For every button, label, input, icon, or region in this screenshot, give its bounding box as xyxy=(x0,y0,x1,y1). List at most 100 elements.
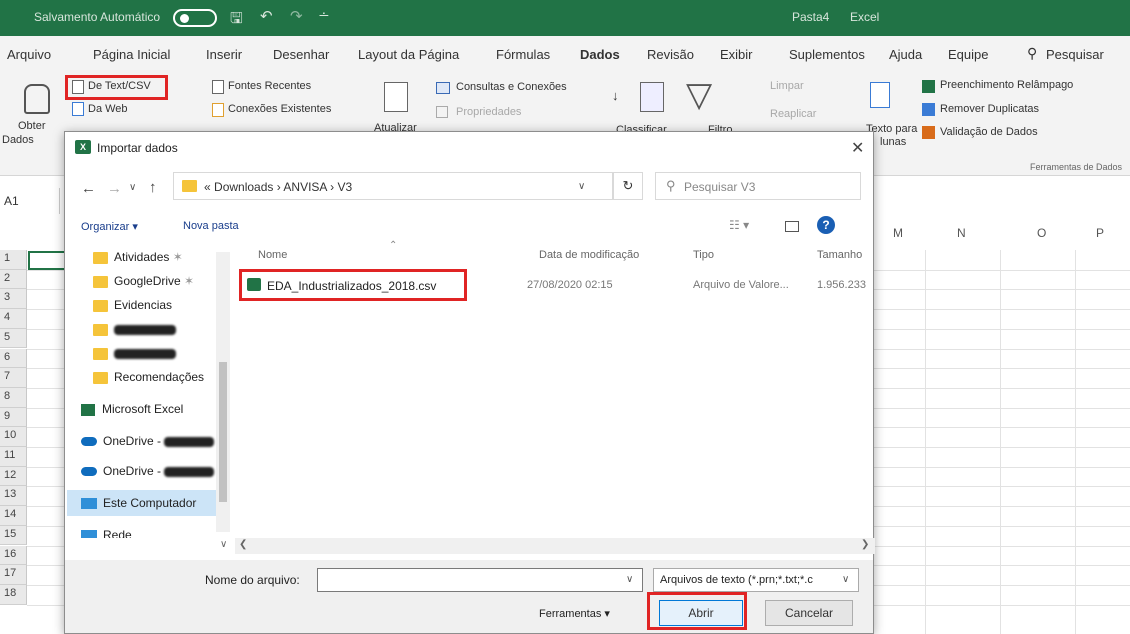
row-header[interactable]: 6 xyxy=(0,348,27,369)
nav-item-atividades[interactable]: Atividades ✶ xyxy=(93,250,183,264)
row-header[interactable]: 14 xyxy=(0,506,27,526)
save-icon[interactable]: 🖫 xyxy=(230,8,243,33)
row-header[interactable]: 4 xyxy=(0,309,27,329)
autosave-toggle[interactable] xyxy=(173,9,217,27)
column-header-p[interactable]: P xyxy=(1096,226,1104,256)
limpar-button[interactable]: Limpar xyxy=(770,80,804,92)
remover-duplicatas-button[interactable]: Remover Duplicatas xyxy=(940,103,1039,115)
nav-item-onedrive-1[interactable]: OneDrive - xyxy=(81,434,215,448)
row-header[interactable]: 7 xyxy=(0,368,27,388)
forward-arrow-icon[interactable]: → xyxy=(107,180,122,197)
nav-item-rede[interactable]: Rede xyxy=(81,528,132,538)
row-header[interactable]: 5 xyxy=(0,328,27,349)
row-header[interactable]: 2 xyxy=(0,269,27,290)
sort-az-icon[interactable]: ↓ xyxy=(612,88,619,103)
preenchimento-button[interactable]: Preenchimento Relâmpago xyxy=(940,79,1073,91)
horizontal-scrollbar[interactable]: ❮ ❯ xyxy=(235,538,875,554)
tab-desenhar[interactable]: Desenhar xyxy=(273,47,329,62)
obter-dados-line1[interactable]: Obter xyxy=(18,120,46,132)
row-header[interactable]: 13 xyxy=(0,486,27,507)
view-options-icon[interactable]: ☷ ▾ xyxy=(729,218,749,232)
obter-dados-line2[interactable]: Dados xyxy=(2,134,34,146)
column-tamanho[interactable]: Tamanho xyxy=(817,249,875,261)
row-header[interactable]: 9 xyxy=(0,407,27,428)
search-box[interactable]: ⚲ Pesquisar V3 xyxy=(655,172,861,200)
nav-item-evidencias[interactable]: Evidencias xyxy=(93,298,172,312)
reaplicar-button[interactable]: Reaplicar xyxy=(770,108,816,120)
nav-scroll-down-icon[interactable]: ∨ xyxy=(220,539,227,550)
search-icon[interactable]: ⚲ xyxy=(1027,45,1037,62)
address-dropdown-icon[interactable]: ∨ xyxy=(578,181,585,192)
refresh-icon[interactable]: ↻ xyxy=(613,172,643,200)
file-type-dropdown-icon[interactable]: ∨ xyxy=(842,574,849,585)
consultas-conexoes-button[interactable]: Consultas e Conexões xyxy=(456,81,567,93)
conexoes-existentes-button[interactable]: Conexões Existentes xyxy=(228,103,331,115)
nav-item-redacted-2[interactable] xyxy=(93,346,176,360)
breadcrumb-anvisa[interactable]: ANVISA xyxy=(283,180,326,194)
nav-item-redacted-1[interactable] xyxy=(93,322,176,336)
validacao-button[interactable]: Validação de Dados xyxy=(940,126,1038,138)
nav-item-este-computador[interactable]: Este Computador xyxy=(81,496,196,510)
tab-exibir[interactable]: Exibir xyxy=(720,47,753,62)
redo-icon[interactable]: ↷ xyxy=(290,7,303,25)
tab-suplementos[interactable]: Suplementos xyxy=(789,47,865,62)
row-header[interactable]: 17 xyxy=(0,565,27,585)
help-icon[interactable]: ? xyxy=(817,216,835,234)
nav-item-googledrive[interactable]: GoogleDrive ✶ xyxy=(93,274,194,288)
tab-arquivo[interactable]: Arquivo xyxy=(7,47,51,62)
tab-inserir[interactable]: Inserir xyxy=(206,47,242,62)
column-data-modificacao[interactable]: Data de modificação xyxy=(539,249,639,261)
quick-access-icon[interactable]: ∸ xyxy=(318,7,330,24)
up-arrow-icon[interactable]: ↑ xyxy=(149,179,157,196)
tab-dados[interactable]: Dados xyxy=(580,47,620,71)
column-header-o[interactable]: O xyxy=(1037,226,1046,256)
tab-equipe[interactable]: Equipe xyxy=(948,47,988,62)
column-nome[interactable]: Nome xyxy=(258,249,287,261)
row-header[interactable]: 18 xyxy=(0,584,27,605)
tab-layout[interactable]: Layout da Página xyxy=(358,47,459,62)
column-tipo[interactable]: Tipo xyxy=(693,249,714,261)
row-header[interactable]: 16 xyxy=(0,545,27,566)
recent-locations-chevron-icon[interactable]: ∨ xyxy=(129,182,136,193)
breadcrumb-downloads[interactable]: Downloads xyxy=(214,180,273,194)
column-header-m[interactable]: M xyxy=(893,226,903,256)
nav-item-microsoft-excel[interactable]: Microsoft Excel xyxy=(81,402,183,416)
column-header-n[interactable]: N xyxy=(957,226,966,256)
row-header[interactable]: 1 xyxy=(0,250,27,270)
row-header[interactable]: 12 xyxy=(0,466,27,487)
organizar-button[interactable]: Organizar ▾ xyxy=(81,220,138,233)
texto-para-line2[interactable]: lunas xyxy=(880,136,906,148)
propriedades-button[interactable]: Propriedades xyxy=(456,106,521,118)
fontes-recentes-button[interactable]: Fontes Recentes xyxy=(228,80,311,92)
filename-dropdown-icon[interactable]: ∨ xyxy=(626,574,633,585)
back-arrow-icon[interactable]: ← xyxy=(81,180,96,197)
file-type-select[interactable]: Arquivos de texto (*.prn;*.txt;*.c ∨ xyxy=(653,568,859,592)
tab-pagina-inicial[interactable]: Página Inicial xyxy=(93,47,170,62)
cancelar-button[interactable]: Cancelar xyxy=(765,600,853,626)
selected-cell[interactable] xyxy=(28,251,68,270)
nav-item-onedrive-2[interactable]: OneDrive - xyxy=(81,464,215,478)
close-icon[interactable]: ✕ xyxy=(851,138,864,158)
filename-input[interactable]: ∨ xyxy=(317,568,643,592)
undo-icon[interactable]: ↶ xyxy=(260,7,273,25)
breadcrumb-v3[interactable]: V3 xyxy=(337,180,352,194)
breadcrumb-overflow[interactable]: « xyxy=(204,180,211,194)
nav-item-recomendacoes[interactable]: Recomendações xyxy=(93,370,204,384)
preview-pane-icon[interactable] xyxy=(785,221,799,232)
scroll-right-icon[interactable]: ❯ xyxy=(861,539,869,550)
row-header[interactable]: 15 xyxy=(0,525,27,546)
da-web-button[interactable]: Da Web xyxy=(88,103,128,115)
tab-ajuda[interactable]: Ajuda xyxy=(889,47,922,62)
row-header[interactable]: 10 xyxy=(0,427,27,447)
scroll-left-icon[interactable]: ❮ xyxy=(239,539,247,550)
tab-pesquisar[interactable]: Pesquisar xyxy=(1046,47,1104,62)
nova-pasta-button[interactable]: Nova pasta xyxy=(183,220,239,232)
name-box[interactable]: A1 xyxy=(0,188,60,214)
row-header[interactable]: 8 xyxy=(0,387,27,408)
tab-revisao[interactable]: Revisão xyxy=(647,47,694,62)
address-bar[interactable]: « Downloads › ANVISA › V3 ∨ xyxy=(173,172,613,200)
ferramentas-button[interactable]: Ferramentas ▾ xyxy=(539,607,610,620)
row-header[interactable]: 3 xyxy=(0,289,27,310)
tab-formulas[interactable]: Fórmulas xyxy=(496,47,550,62)
row-header[interactable]: 11 xyxy=(0,447,27,467)
